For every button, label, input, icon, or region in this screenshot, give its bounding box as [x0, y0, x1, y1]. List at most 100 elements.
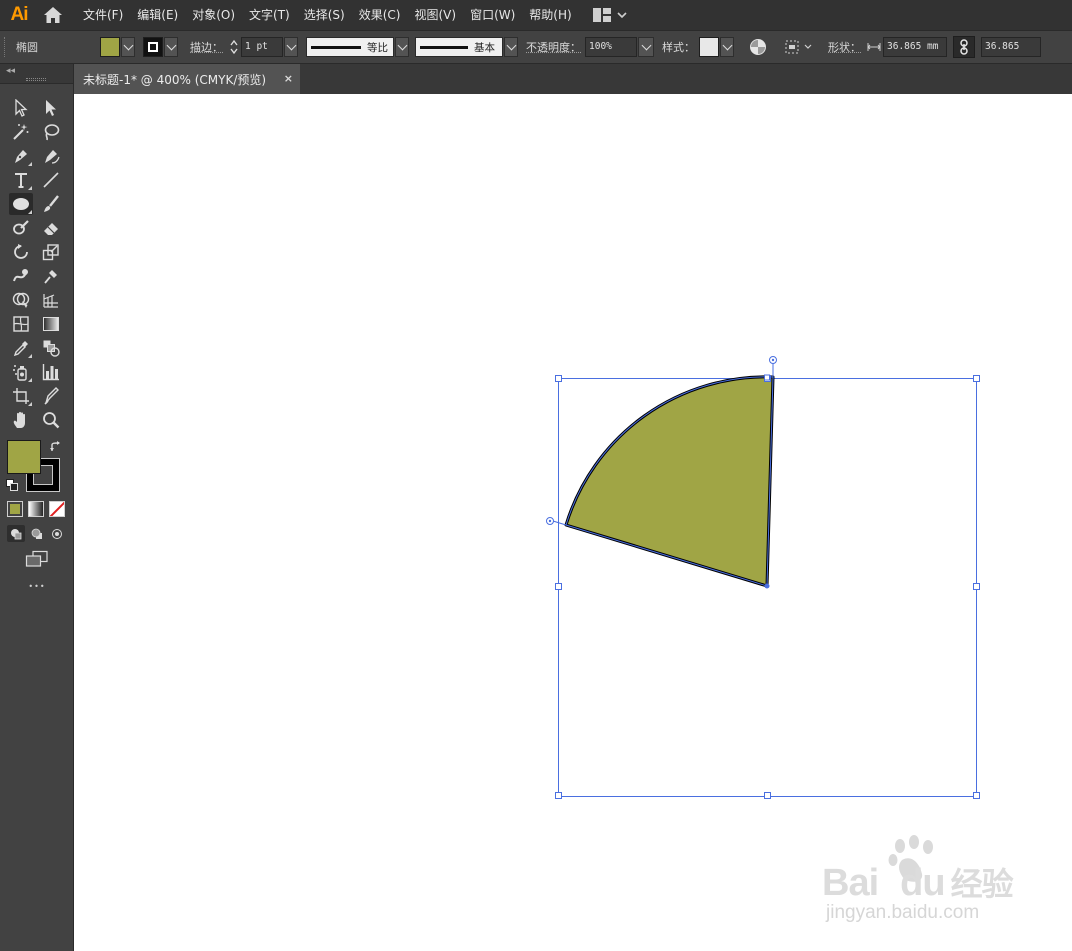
shape-width-input[interactable]: 36.865 mm — [883, 37, 947, 57]
selection-type-label: 椭圆 — [16, 41, 38, 54]
magic-wand-tool-icon[interactable] — [9, 121, 33, 143]
artboard-tool-icon[interactable] — [9, 385, 33, 407]
default-fill-stroke-icon[interactable] — [6, 479, 18, 491]
zoom-tool-icon[interactable] — [39, 409, 63, 431]
pie-center-anchor[interactable] — [764, 583, 770, 589]
gradient-mode-button[interactable] — [28, 501, 44, 517]
shaper-tool-icon[interactable] — [9, 217, 33, 239]
handle-bottom-center — [764, 792, 771, 799]
ellipse-tool-icon[interactable] — [9, 193, 33, 215]
stroke-weight-input[interactable]: 1 pt — [241, 37, 283, 57]
tools-panel: ◂◂ ••• — [0, 64, 74, 951]
style-dropdown[interactable] — [720, 37, 734, 57]
variable-width-profile[interactable]: 等比 — [306, 37, 394, 57]
menu-select[interactable]: 选择(S) — [297, 0, 352, 30]
menu-view[interactable]: 视图(V) — [407, 0, 463, 30]
blend-tool-icon[interactable] — [39, 337, 63, 359]
gradient-tool-icon[interactable] — [39, 313, 63, 335]
close-tab-icon[interactable]: × — [284, 72, 293, 85]
paintbrush-tool-icon[interactable] — [39, 193, 63, 215]
draw-inside-icon[interactable] — [48, 525, 66, 542]
pie-angle-widget-end[interactable] — [546, 517, 567, 526]
eyedropper-tool-icon[interactable] — [9, 337, 33, 359]
app-logo: Ai — [10, 4, 29, 25]
lasso-tool-icon[interactable] — [39, 121, 63, 143]
opacity-expand-arrow[interactable] — [638, 37, 654, 57]
swap-fill-stroke-icon[interactable] — [49, 440, 63, 454]
align-icon[interactable] — [784, 39, 812, 55]
menu-help[interactable]: 帮助(H) — [522, 0, 578, 30]
handle-bottom-right — [973, 792, 980, 799]
document-tab[interactable]: 未标题-1* @ 400% (CMYK/预览) × — [74, 64, 300, 94]
opacity-label[interactable]: 不透明度： — [526, 39, 581, 55]
profile-dropdown[interactable] — [395, 37, 409, 57]
stroke-dropdown[interactable] — [164, 37, 178, 57]
menu-edit[interactable]: 编辑(E) — [130, 0, 185, 30]
panel-grip[interactable] — [26, 78, 46, 81]
stroke-weight-stepper[interactable] — [227, 37, 241, 57]
brush-definition-label: 基本 — [474, 41, 495, 54]
scale-tool-icon[interactable] — [39, 241, 63, 263]
menu-type[interactable]: 文字(T) — [242, 0, 297, 30]
shape-height-input[interactable]: 36.865 — [981, 37, 1041, 57]
column-graph-tool-icon[interactable] — [39, 361, 63, 383]
menu-bar: Ai 文件(F) 编辑(E) 对象(O) 文字(T) 选择(S) 效果(C) 视… — [0, 0, 1072, 30]
puppet-warp-tool-icon[interactable] — [39, 265, 63, 287]
screen-mode-icon[interactable] — [25, 550, 49, 568]
slice-tool-icon[interactable] — [39, 385, 63, 407]
hand-tool-icon[interactable] — [9, 409, 33, 431]
mesh-tool-icon[interactable] — [9, 313, 33, 335]
workspace-layout-icon — [592, 8, 611, 22]
brush-definition[interactable]: 基本 — [415, 37, 503, 57]
menu-file[interactable]: 文件(F) — [76, 0, 130, 30]
artboard-canvas[interactable]: Bai du 经验 jingyan.baidu.com — [74, 94, 1072, 951]
perspective-grid-tool-icon[interactable] — [39, 289, 63, 311]
eraser-tool-icon[interactable] — [39, 217, 63, 239]
direct-selection-tool-icon[interactable] — [39, 97, 63, 119]
recolor-artwork-icon[interactable] — [748, 37, 768, 57]
warp-tool-icon[interactable] — [9, 265, 33, 287]
line-segment-tool-icon[interactable] — [39, 169, 63, 191]
handle-middle-left — [555, 583, 562, 590]
pen-tool-icon[interactable] — [9, 145, 33, 167]
shape-label[interactable]: 形状： — [828, 39, 861, 55]
fill-color-swatch[interactable] — [100, 37, 120, 57]
style-label: 样式： — [662, 41, 695, 54]
tools-panel-header: ◂◂ — [0, 64, 73, 84]
watermark-url: jingyan.baidu.com — [826, 902, 980, 923]
rotate-tool-icon[interactable] — [9, 241, 33, 263]
color-mode-button[interactable] — [7, 501, 23, 517]
variable-width-profile-label: 等比 — [367, 41, 388, 54]
stroke-color-swatch[interactable] — [143, 37, 163, 57]
fill-color-box[interactable] — [7, 440, 41, 474]
menu-effect[interactable]: 效果(C) — [352, 0, 408, 30]
pie-wedge-shape[interactable] — [564, 375, 775, 588]
artwork-layer — [546, 356, 980, 799]
workspace-switcher[interactable] — [592, 0, 627, 30]
watermark-logo-text: Bai du 经验 — [822, 862, 1014, 904]
constrain-proportions-icon[interactable] — [953, 36, 975, 58]
collapse-panel-icon[interactable]: ◂◂ — [6, 66, 15, 76]
fill-dropdown[interactable] — [121, 37, 135, 57]
menu-window[interactable]: 窗口(W) — [463, 0, 522, 30]
pie-angle-widget-start[interactable] — [769, 356, 777, 378]
brush-dropdown[interactable] — [504, 37, 518, 57]
type-tool-icon[interactable] — [9, 169, 33, 191]
edit-toolbar-icon[interactable]: ••• — [24, 582, 50, 596]
anchor-point-top[interactable] — [764, 374, 770, 381]
graphic-style-swatch[interactable] — [699, 37, 719, 57]
symbol-sprayer-tool-icon[interactable] — [9, 361, 33, 383]
opacity-input[interactable]: 100% — [585, 37, 637, 57]
chevron-down-icon — [617, 12, 627, 19]
menu-object[interactable]: 对象(O) — [185, 0, 242, 30]
draw-normal-icon[interactable] — [7, 525, 25, 542]
draw-behind-icon[interactable] — [28, 525, 46, 542]
curvature-tool-icon[interactable] — [39, 145, 63, 167]
home-icon[interactable] — [38, 0, 68, 30]
stroke-label[interactable]: 描边： — [190, 39, 223, 55]
stroke-weight-dropdown[interactable] — [284, 37, 298, 57]
shape-builder-tool-icon[interactable] — [9, 289, 33, 311]
selection-tool-icon[interactable] — [9, 97, 33, 119]
none-mode-button[interactable] — [49, 501, 65, 517]
handle-bottom-left — [555, 792, 562, 799]
